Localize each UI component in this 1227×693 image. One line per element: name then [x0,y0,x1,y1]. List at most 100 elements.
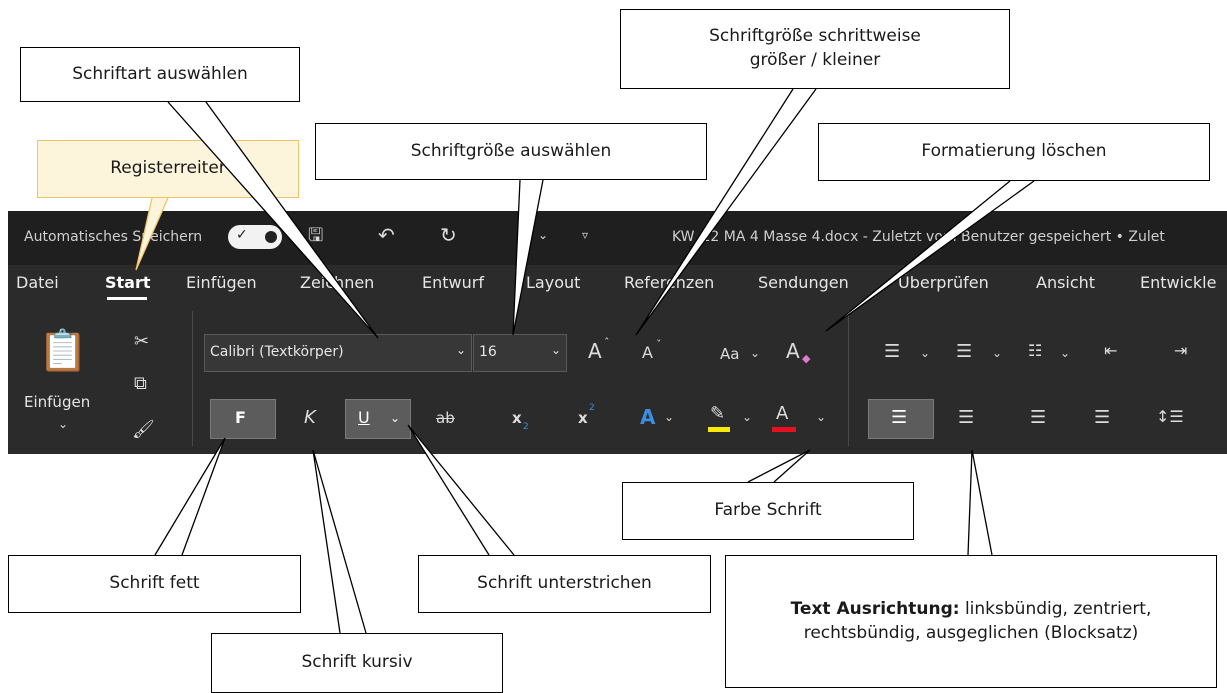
callout-clear-format: Formatierung löschen [818,123,1210,181]
font-color-icon[interactable]: A [776,405,788,423]
subscript-icon[interactable]: x [512,411,522,426]
callout-text-line: größer / kleiner [749,50,881,70]
line-spacing-icon[interactable]: ↕☰ [1156,409,1184,425]
group-separator [848,311,849,446]
tab-start[interactable]: Start [105,273,151,292]
chevron-down-icon: ⌄ [550,343,561,357]
font-name-dropdown[interactable]: Calibri (Textkörper) ⌄ [204,334,472,372]
group-separator [192,311,193,446]
subscript-2: 2 [523,422,529,432]
decrease-indent-icon[interactable]: ⇤ [1104,343,1117,359]
chevron-down-icon[interactable]: ⌄ [750,347,760,359]
bullets-icon[interactable]: ☰ [884,343,900,361]
shrink-font-icon[interactable]: A [642,345,653,361]
superscript-2: 2 [589,403,595,413]
multilevel-list-icon[interactable]: ☷ [1028,343,1042,359]
title-bar: Automatisches Speichern ✓ 🖫 ↶ ↻ ⌄ ▿ KW_2… [8,211,1227,265]
tab-ansicht[interactable]: Ansicht [1036,273,1095,292]
callout-text: Farbe Schrift [714,500,822,521]
chevron-down-icon[interactable]: ⌄ [992,347,1002,359]
autosave-toggle[interactable]: ✓ [228,225,282,249]
superscript-icon[interactable]: x [578,411,588,426]
highlight-icon[interactable]: ✎ [710,405,725,423]
align-right-icon[interactable]: ☰ [1030,409,1046,427]
callout-text-line: Schriftgröße schrittweise [709,26,921,47]
callout-size-step: Schriftgröße schrittweise größer / klein… [620,9,1010,89]
bold-icon: F [235,408,246,427]
tab-einfuegen[interactable]: Einfügen [186,273,257,292]
callout-bold: Schrift fett [8,555,301,613]
align-left-icon: ☰ [891,407,908,428]
callout-text: Schrift kursiv [301,652,413,673]
tab-zeichnen[interactable]: Zeichnen [300,273,374,292]
strikethrough-icon[interactable]: ab [436,411,455,426]
align-center-icon[interactable]: ☰ [958,409,974,427]
underline-icon: U [358,408,370,427]
clipboard-icon[interactable]: 📋 [38,331,88,371]
font-size-value: 16 [479,344,497,360]
font-name-value: Calibri (Textkörper) [210,344,344,360]
copy-icon[interactable]: ⧉ [134,375,147,393]
chevron-down-icon[interactable]: ⌄ [538,229,548,241]
customize-qat-icon[interactable]: ▿ [582,229,588,241]
callout-italic: Schrift kursiv [211,633,503,693]
callout-text: Schriftgröße auswählen [410,140,612,161]
toggle-knob [265,231,277,243]
redo-icon[interactable]: ↻ [440,225,457,245]
tab-ueberpruefen[interactable]: Überprüfen [898,273,989,292]
document-title: KW_22 MA 4 Masse 4.docx - Zuletzt vom Be… [672,229,1165,245]
paste-chevron-icon[interactable]: ⌄ [58,418,68,430]
callout-text-bold: Text Ausrichtung: [790,598,960,619]
callout-underline: Schrift unterstrichen [418,555,711,613]
underline-button[interactable]: U ⌄ [345,399,411,439]
callout-tab: Registerreiter [37,140,299,198]
callout-font-color: Farbe Schrift [622,482,914,540]
check-icon: ✓ [236,227,248,243]
grow-caret-icon: ˆ [604,336,610,349]
grow-font-icon[interactable]: A [588,341,602,361]
tab-datei[interactable]: Datei [16,273,59,292]
callout-text: Schriftart auswählen [72,63,248,84]
chevron-down-icon[interactable]: ⌄ [816,411,826,423]
callout-size-select: Schriftgröße auswählen [315,123,707,180]
tab-entwickler[interactable]: Entwickle [1140,273,1216,292]
tab-layout[interactable]: Layout [526,273,580,292]
font-color-bar [772,427,796,432]
active-tab-underline [107,297,147,300]
clear-formatting-icon[interactable]: A [786,341,800,361]
callout-text: Schrift unterstrichen [477,573,652,594]
chevron-down-icon[interactable]: ⌄ [664,411,674,423]
italic-icon[interactable]: K [304,409,316,427]
callout-alignment: Text Ausrichtung: linksbündig, zentriert… [725,555,1217,688]
align-left-button[interactable]: ☰ [868,399,934,439]
font-size-dropdown[interactable]: 16 ⌄ [473,334,567,372]
save-icon[interactable]: 🖫 [308,227,323,245]
numbering-icon[interactable]: ☰ [956,343,972,361]
bold-button[interactable]: F [210,399,276,439]
shrink-caret-icon: ˇ [656,338,662,351]
chevron-down-icon[interactable]: ⌄ [742,411,752,423]
callout-text: Formatierung löschen [921,141,1107,162]
eraser-icon: ◆ [802,352,811,365]
callout-text: Registerreiter [110,158,226,179]
chevron-down-icon: ⌄ [455,343,466,357]
paste-label[interactable]: Einfügen [24,393,90,411]
change-case-icon[interactable]: Aa [720,347,739,362]
tab-referenzen[interactable]: Referenzen [624,273,714,292]
increase-indent-icon[interactable]: ⇥ [1174,343,1187,359]
justify-icon[interactable]: ☰ [1094,409,1110,427]
cut-icon[interactable]: ✂ [134,333,149,351]
tab-sendungen[interactable]: Sendungen [758,273,849,292]
format-painter-icon[interactable]: 🖌 [132,421,155,439]
highlight-color-bar [708,427,730,432]
undo-icon[interactable]: ↶ [378,225,395,245]
callout-text: Text Ausrichtung: linksbündig, zentriert… [726,598,1216,646]
text-effects-icon[interactable]: A [640,407,655,427]
callout-text: Schrift fett [109,573,200,594]
chevron-down-icon: ⌄ [390,411,401,425]
chevron-down-icon[interactable]: ⌄ [1060,347,1070,359]
callout-font-select: Schriftart auswählen [20,47,300,102]
tab-entwurf[interactable]: Entwurf [422,273,484,292]
word-ribbon: Automatisches Speichern ✓ 🖫 ↶ ↻ ⌄ ▿ KW_2… [8,211,1227,454]
chevron-down-icon[interactable]: ⌄ [920,347,930,359]
